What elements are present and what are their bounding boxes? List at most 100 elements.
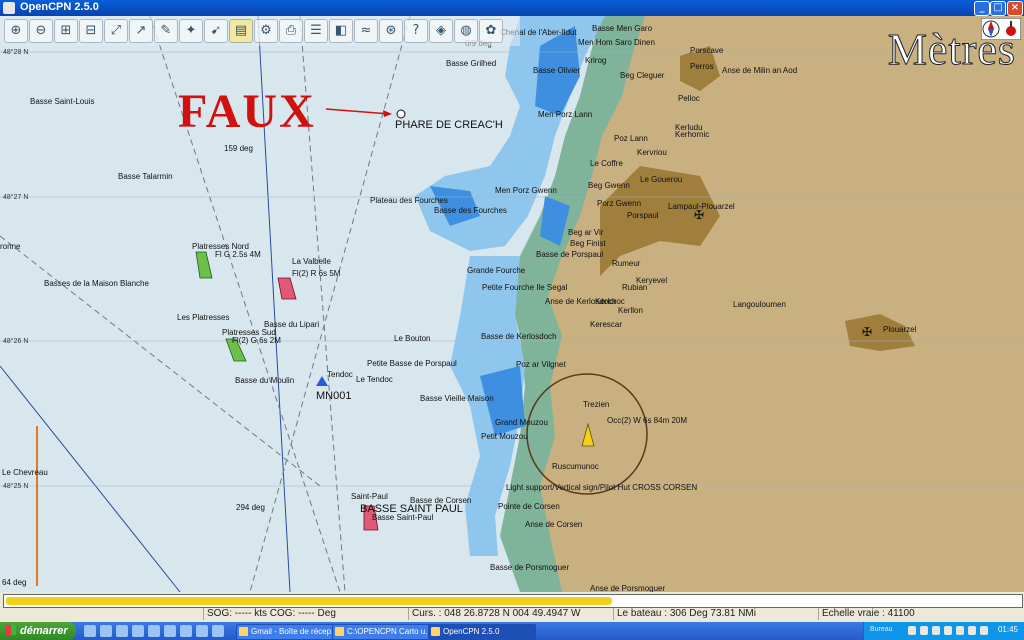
tray-icon[interactable] xyxy=(944,626,952,635)
compass-icon[interactable] xyxy=(981,18,1021,40)
chart-label: Kerllon xyxy=(618,306,643,315)
print-icon[interactable]: ⎙ xyxy=(279,19,303,43)
zoom-out-icon[interactable]: ⊖ xyxy=(29,19,53,43)
tides-icon[interactable]: ≈ xyxy=(354,19,378,43)
route-manager-icon[interactable]: ☰ xyxy=(304,19,328,43)
scale-in-icon[interactable]: ⊞ xyxy=(54,19,78,43)
quicklaunch-icon[interactable] xyxy=(212,625,224,637)
chart-label: Men Porz Lann xyxy=(538,110,593,119)
chart-label: Le Chevreau xyxy=(2,468,48,477)
scale-readout: Echelle vraie : 41100 xyxy=(818,608,915,620)
chart-label: 64 deg xyxy=(2,578,27,587)
chart-label: Le Gouerou xyxy=(640,175,683,184)
chart-label: Basse Saint-Louis xyxy=(30,97,95,106)
tray-icon[interactable] xyxy=(956,626,964,635)
chart-label: Basse du Moulin xyxy=(235,376,295,385)
app-icon xyxy=(3,2,15,14)
settings-icon[interactable]: ⚙ xyxy=(254,19,278,43)
quicklaunch-icon[interactable] xyxy=(148,625,160,637)
chart-label: Basse Olivier xyxy=(533,66,581,75)
cursor-position-readout: Curs. : 048 26.8728 N 004 49.4947 W xyxy=(408,608,580,620)
chart-label: Anse de Porsmoguer xyxy=(590,584,666,592)
mark-icon[interactable]: ✦ xyxy=(179,19,203,43)
chart-label: Basse de Porspaul xyxy=(536,250,604,259)
chart-quilt-icon[interactable]: ▤ xyxy=(229,19,253,43)
maximize-button[interactable]: □ xyxy=(990,1,1006,16)
chart-label: Poz Lann xyxy=(614,134,648,143)
follow-icon[interactable]: ➹ xyxy=(204,19,228,43)
quicklaunch-icon[interactable] xyxy=(84,625,96,637)
chart-label: Basse de Kerlosdoch xyxy=(481,332,557,341)
color-scheme-icon[interactable]: ◧ xyxy=(329,19,353,43)
quicklaunch-icon[interactable] xyxy=(164,625,176,637)
tray-icon[interactable] xyxy=(968,626,976,635)
chart-label: 294 deg xyxy=(236,503,265,512)
quicklaunch-icon[interactable] xyxy=(180,625,192,637)
route-icon[interactable]: ↗ xyxy=(129,19,153,43)
globe-icon[interactable]: ◍ xyxy=(454,19,478,43)
tray-icon[interactable] xyxy=(932,626,940,635)
window-title: OpenCPN 2.5.0 xyxy=(20,1,99,13)
chart-label: Pelloc xyxy=(678,94,700,103)
clock: 01:45 xyxy=(997,625,1018,634)
chart-label: Porz Gwenn xyxy=(597,199,642,208)
phare-marker xyxy=(396,109,406,119)
tray-icon[interactable] xyxy=(908,626,916,635)
chart-label: Basse Talarmin xyxy=(118,172,173,181)
chart-label: Occ(2) W 6s 84m 20M xyxy=(607,416,688,425)
tray-icon[interactable] xyxy=(980,626,988,635)
tray-label: Bureau xyxy=(870,626,893,633)
chart-label: Light support/Vertical sign/Pilot Hut CR… xyxy=(506,483,698,492)
chart-label: Kerhornic xyxy=(675,130,710,139)
tray-icon[interactable] xyxy=(920,626,928,635)
boat-bearing-readout: Le bateau : 306 Deg 73.81 NMi xyxy=(613,608,756,620)
taskbar-item[interactable]: C:\OPENCPN Carto u... xyxy=(332,624,440,640)
start-button[interactable]: démarrer xyxy=(0,622,76,640)
system-tray: Bureau 01:45 xyxy=(863,622,1024,640)
chart-label: Basse Grilhed xyxy=(446,59,497,68)
chart-label: Ruscumunoc xyxy=(552,462,599,471)
chart-label: Petit Mouzou xyxy=(481,432,528,441)
chart-label: Krirog xyxy=(585,56,607,65)
lat-label: 48°28 N xyxy=(3,49,29,56)
track-icon[interactable]: ✎ xyxy=(154,19,178,43)
chart-label: Anse de Milin an Aod xyxy=(722,66,798,75)
chart-label: 159 deg xyxy=(224,144,253,153)
chart-label: Le Coffre xyxy=(590,159,623,168)
taskbar-item[interactable]: OpenCPN 2.5.0 xyxy=(428,624,536,640)
scale-out-icon[interactable]: ⊟ xyxy=(79,19,103,43)
chart-label: Basse de Porsmoguer xyxy=(490,563,570,572)
chart-label: Lampaul-Plouarzel xyxy=(668,202,735,211)
chart-label: Beg Finist xyxy=(570,239,606,248)
chart-label: Basse Men Garo xyxy=(592,24,653,33)
chart-label: Anse de Corsen xyxy=(525,520,583,529)
chart-label: Fl(2) G 6s 2M xyxy=(232,336,281,345)
title-bar: OpenCPN 2.5.0 _ □ × xyxy=(0,0,1024,16)
minimize-button[interactable]: _ xyxy=(974,1,990,16)
lat-label: 48°27 N xyxy=(3,194,29,201)
chart-label: Men Porz Gwenn xyxy=(495,186,557,195)
close-button[interactable]: × xyxy=(1007,1,1023,16)
chart-label: Pointe de Corsen xyxy=(498,502,560,511)
ais-icon[interactable]: ◈ xyxy=(429,19,453,43)
quicklaunch-icon[interactable] xyxy=(116,625,128,637)
about-icon[interactable]: ✿ xyxy=(479,19,503,43)
church-plouarzel: ✠ xyxy=(862,325,872,339)
quicklaunch-icon[interactable] xyxy=(100,625,112,637)
chart-label: Grande Fourche xyxy=(467,266,526,275)
quicklaunch-icon[interactable] xyxy=(196,625,208,637)
zoom-in-icon[interactable]: ⊕ xyxy=(4,19,28,43)
annotation-arrow-line xyxy=(325,108,391,115)
quicklaunch-icon[interactable] xyxy=(132,625,144,637)
chart-label: Porscave xyxy=(690,46,724,55)
scale-icon[interactable]: ⤢ xyxy=(104,19,128,43)
chart-label: Kerloroc xyxy=(595,297,625,306)
chart-label: Les Platresses xyxy=(177,313,230,322)
chart-canvas[interactable]: ✠ ✠ 48°28 N 48°27 N 48°26 N 48°25 N Chen… xyxy=(0,16,1024,592)
help-icon[interactable]: ? xyxy=(404,19,428,43)
taskbar: démarrer Gmail - Boîte de récep... C:\OP… xyxy=(0,622,1024,640)
taskbar-item[interactable]: Gmail - Boîte de récep... xyxy=(236,624,344,640)
chart-label: Beg ar Vir xyxy=(568,228,604,237)
chart-label: Plouarzel xyxy=(883,325,917,334)
currents-icon[interactable]: ⊛ xyxy=(379,19,403,43)
